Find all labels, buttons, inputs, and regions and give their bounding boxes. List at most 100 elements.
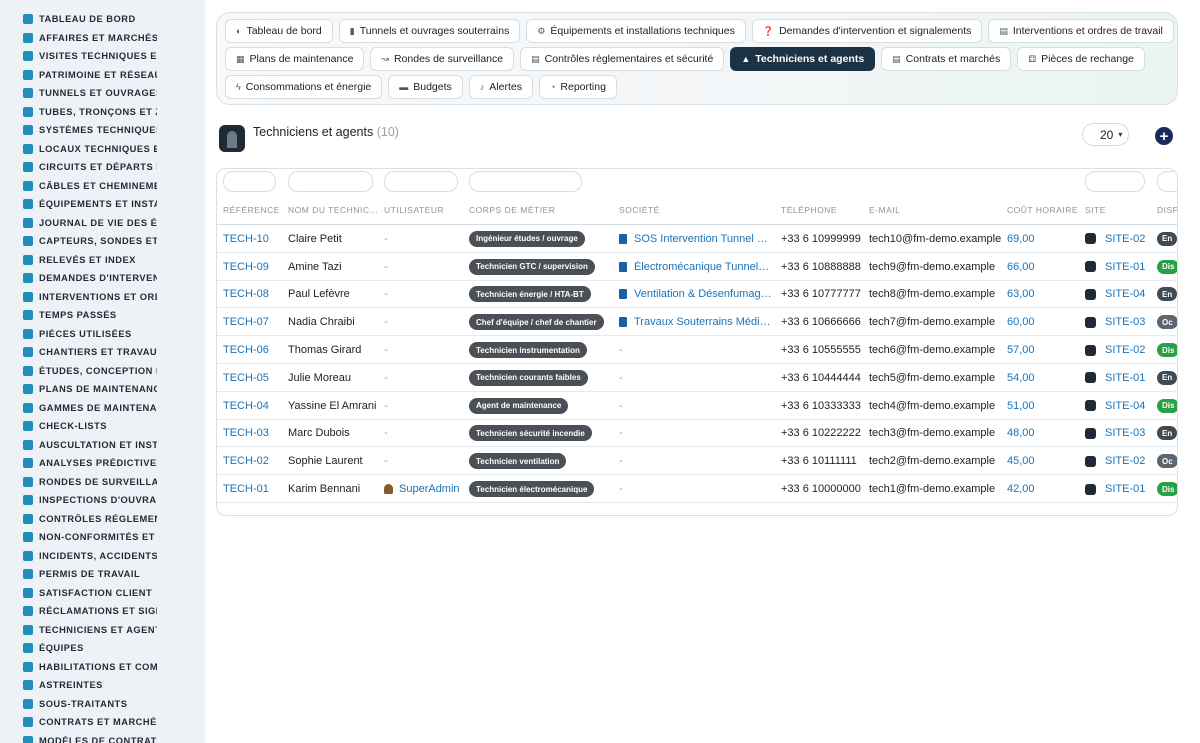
site-link[interactable]: SITE-01 [1105,372,1145,384]
sidebar-item[interactable]: ÉQUIPES [0,639,205,658]
sidebar-item[interactable]: INTERVENTIONS ET ORDI [0,288,205,307]
table-row[interactable]: TECH-07 Nadia Chraibi - Chef d'équipe / che… [217,308,1177,337]
table-row[interactable]: TECH-09 Amine Tazi - Technicien GTC / super… [217,253,1177,281]
site-link[interactable]: SITE-02 [1105,233,1145,245]
tab[interactable]: ⚙ Équipements et installations techniques [526,19,746,43]
site-link[interactable]: SITE-02 [1105,344,1145,356]
company-link[interactable]: Travaux Souterrains Médit… [634,316,772,328]
sidebar-item[interactable]: TECHNICIENS ET AGENTS [0,621,205,640]
table-row[interactable]: TECH-10 Claire Petit - Ingénieur études / o… [217,225,1177,253]
sidebar-item[interactable]: PLANS DE MAINTENANCE [0,380,205,399]
tab[interactable]: ↝ Rondes de surveillance [370,47,515,71]
reference-link[interactable]: TECH-02 [223,455,269,467]
sidebar-item[interactable]: RELEVÉS ET INDEX [0,251,205,270]
table-row[interactable]: TECH-08 Paul Lefèvre - Technicien énergie /… [217,281,1177,309]
tab[interactable]: ϟ Consommations et énergie [225,75,383,99]
tab[interactable]: ▤ Contrats et marchés [881,47,1012,71]
sidebar-item[interactable]: PERMIS DE TRAVAIL [0,565,205,584]
filter-site-input[interactable] [1085,171,1145,192]
sidebar-item[interactable]: PIÈCES UTILISÉES [0,325,205,344]
column-header[interactable]: E-MAIL [869,205,1005,215]
tab[interactable]: ◐ Tableau de bord [225,19,333,43]
sidebar-item[interactable]: JOURNAL DE VIE DES ÉQ [0,214,205,233]
sidebar-item[interactable]: TEMPS PASSÉS [0,306,205,325]
column-header[interactable]: TÉLÉPHONE [781,205,867,215]
tab[interactable]: ▤ Interventions et ordres de travail [988,19,1174,43]
sidebar-item[interactable]: ANALYSES PRÉDICTIVES [0,454,205,473]
table-row[interactable]: TECH-05 Julie Moreau - Technicien courants … [217,364,1177,392]
tab[interactable]: ▬ Budgets [388,75,463,99]
sidebar-item[interactable]: TUBES, TRONÇONS ET ZO [0,103,205,122]
sidebar-item[interactable]: VISITES TECHNIQUES ET [0,47,205,66]
company-link[interactable]: SOS Intervention Tunnel 2… [634,233,772,245]
sidebar-item[interactable]: GAMMES DE MAINTENAN [0,399,205,418]
site-link[interactable]: SITE-02 [1105,455,1145,467]
site-link[interactable]: SITE-04 [1105,288,1145,300]
sidebar-item[interactable]: DEMANDES D'INTERVENT [0,269,205,288]
filter-user-input[interactable] [384,171,458,192]
sidebar-item[interactable]: CONTRATS ET MARCHÉS [0,713,205,732]
sidebar-item[interactable]: RÉCLAMATIONS ET SIGN [0,602,205,621]
sidebar-item[interactable]: AFFAIRES ET MARCHÉS [0,29,205,48]
tab[interactable]: ▮ Tunnels et ouvrages souterrains [338,19,521,43]
column-header[interactable]: NOM DU TECHNIC… [288,205,383,215]
sidebar-item[interactable]: INCIDENTS, ACCIDENTS E [0,547,205,566]
tab[interactable]: ❓ Demandes d'intervention et signalements [751,19,983,43]
reference-link[interactable]: TECH-10 [223,233,269,245]
tab[interactable]: ◔ Reporting [538,75,617,99]
reference-link[interactable]: TECH-01 [223,483,269,495]
sidebar-item[interactable]: ASTREINTES [0,676,205,695]
sidebar-item[interactable]: RONDES DE SURVEILLAN [0,473,205,492]
column-header[interactable]: CORPS DE MÉTIER [469,205,617,215]
sidebar-item[interactable]: CHECK-LISTS [0,417,205,436]
tab[interactable]: ⚃ Pièces de rechange [1017,47,1145,71]
sidebar-item[interactable]: NON-CONFORMITÉS ET A [0,528,205,547]
sidebar-item[interactable]: CIRCUITS ET DÉPARTS É [0,158,205,177]
column-header[interactable]: COÛT HORAIRE [1007,205,1083,215]
reference-link[interactable]: TECH-08 [223,288,269,300]
column-header[interactable]: SITE [1085,205,1155,215]
user-link[interactable]: SuperAdmin [399,483,460,495]
per-page-select[interactable]: 20 ▾ [1082,123,1129,146]
reference-link[interactable]: TECH-07 [223,316,269,328]
sidebar-item[interactable]: CAPTEURS, SONDES ET C [0,232,205,251]
sidebar-item[interactable]: SATISFACTION CLIENT [0,584,205,603]
tab[interactable]: ♪ Alertes [468,75,533,99]
sidebar-item[interactable]: MODÈLES DE CONTRATS [0,732,205,743]
filter-reference-input[interactable] [223,171,276,192]
reference-link[interactable]: TECH-05 [223,372,269,384]
add-technician-button[interactable]: + [1155,127,1173,145]
company-link[interactable]: Électromécanique Tunnel… [634,261,772,273]
sidebar-item[interactable]: PATRIMOINE ET RÉSEAUX [0,66,205,85]
table-row[interactable]: TECH-03 Marc Dubois - Technicien sécurité i… [217,420,1177,448]
column-header[interactable]: SOCIÉTÉ [619,205,779,215]
reference-link[interactable]: TECH-06 [223,344,269,356]
sidebar-item[interactable]: CONTRÔLES RÉGLEMENT [0,510,205,529]
column-header[interactable]: UTILISATEUR [384,205,464,215]
sidebar-item[interactable]: HABILITATIONS ET COMP [0,658,205,677]
tab[interactable]: ▤ Contrôles réglementaires et sécurité [520,47,725,71]
reference-link[interactable]: TECH-04 [223,400,269,412]
sidebar-item[interactable]: ÉTUDES, CONCEPTION ET [0,362,205,381]
reference-link[interactable]: TECH-03 [223,427,269,439]
company-link[interactable]: Ventilation & Désenfumag… [634,288,772,300]
column-header[interactable]: RÉFÉRENCE [223,205,283,215]
sidebar-item[interactable]: TUNNELS ET OUVRAGES [0,84,205,103]
sidebar-item[interactable]: SYSTÈMES TECHNIQUES [0,121,205,140]
column-header[interactable]: DISPO [1157,205,1177,215]
table-row[interactable]: TECH-04 Yassine El Amrani - Agent de mainte… [217,392,1177,420]
sidebar-item[interactable]: TABLEAU DE BORD [0,10,205,29]
tab[interactable]: ▦ Plans de maintenance [225,47,365,71]
table-row[interactable]: TECH-02 Sophie Laurent - Technicien ventila… [217,447,1177,476]
sidebar-item[interactable]: ÉQUIPEMENTS ET INSTAL [0,195,205,214]
table-row[interactable]: TECH-06 Thomas Girard - Technicien instrume… [217,336,1177,364]
table-row[interactable]: TECH-01 Karim Bennani SuperAdmin Technicien… [217,475,1177,503]
filter-name-input[interactable] [288,171,373,192]
sidebar-item[interactable]: LOCAUX TECHNIQUES ET [0,140,205,159]
site-link[interactable]: SITE-01 [1105,483,1145,495]
filter-trade-input[interactable] [469,171,582,192]
site-link[interactable]: SITE-03 [1105,316,1145,328]
tab[interactable]: ▲ Techniciens et agents [730,47,876,71]
site-link[interactable]: SITE-03 [1105,427,1145,439]
sidebar-item[interactable]: SOUS-TRAITANTS [0,695,205,714]
